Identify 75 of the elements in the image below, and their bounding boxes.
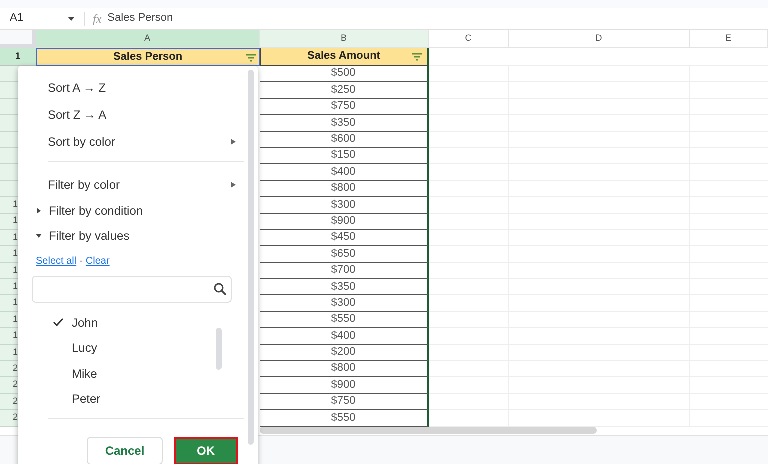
row-number: 1 [13, 247, 18, 260]
cell-reference[interactable]: A1 [10, 10, 68, 27]
table-cell: $750 [260, 394, 429, 410]
row-number: 2 [13, 378, 18, 392]
scrollbar[interactable] [260, 427, 597, 434]
table-cell: $800 [260, 180, 429, 198]
formula-value[interactable]: Sales Person [108, 10, 174, 27]
submenu-arrow-icon [231, 182, 236, 188]
menu-item[interactable]: Sort Z → A [18, 101, 258, 128]
table-cell: $700 [260, 262, 429, 280]
separator: - [80, 254, 83, 268]
filter-icon[interactable] [412, 53, 422, 61]
table-cell: $300 [260, 197, 429, 214]
column-header[interactable]: A [36, 30, 260, 48]
clear-link[interactable]: Clear [86, 254, 110, 268]
menu-item[interactable]: Sort by color [18, 128, 258, 155]
table-cell: $900 [260, 377, 429, 394]
row-number: 1 [13, 214, 18, 228]
column-header[interactable]: D [509, 30, 690, 48]
row-number: 1 [13, 312, 18, 326]
collapsed-arrow-icon [36, 208, 42, 214]
row-number: 1 [13, 296, 18, 310]
table-cell: $650 [260, 246, 429, 263]
row-number: 2 [13, 411, 18, 424]
table-cell: $450 [260, 230, 429, 246]
ok-button[interactable]: OK [174, 437, 238, 464]
scrollbar[interactable] [248, 70, 254, 445]
value-option[interactable]: Peter [18, 386, 258, 412]
table-cell: Sales Person [36, 48, 260, 66]
table-cell: $500 [260, 66, 429, 82]
table-cell: $200 [260, 344, 429, 362]
row-number: 2 [13, 394, 18, 408]
expanded-arrow-icon [36, 232, 42, 238]
column-header[interactable]: B [260, 30, 429, 48]
table-cell: $550 [260, 312, 429, 328]
table-cell: $250 [260, 82, 429, 99]
row-number: 1 [13, 346, 18, 359]
table-cell: $750 [260, 98, 429, 116]
menu-item[interactable]: Sort A → Z [18, 74, 258, 101]
value-option[interactable]: John [18, 310, 258, 336]
caret-icon[interactable] [68, 16, 75, 20]
check-icon [53, 318, 64, 328]
menu-item[interactable]: Filter by color [18, 171, 258, 198]
table-cell: $300 [260, 295, 429, 312]
select-all-link[interactable]: Select all [36, 254, 77, 268]
table-cell: $400 [260, 328, 429, 345]
table-cell: $400 [260, 164, 429, 181]
table-cell: $150 [260, 148, 429, 164]
column-header[interactable]: C [429, 30, 509, 48]
row-number: 1 [13, 264, 18, 277]
table-cell: $350 [260, 115, 429, 132]
corner-cell[interactable] [0, 30, 36, 48]
table-cell: $350 [260, 279, 429, 296]
value-option[interactable]: Mike [18, 361, 258, 386]
value-option[interactable]: Lucy [18, 336, 258, 361]
table-cell: $900 [260, 214, 429, 230]
search-icon [214, 283, 227, 296]
row-number: 1 [13, 230, 18, 244]
table-cell: $800 [260, 361, 429, 378]
row-number: 1 [13, 198, 18, 212]
menu-item[interactable]: Filter by values [18, 223, 258, 248]
row-number: 1 [13, 280, 18, 294]
filter-icon[interactable] [246, 54, 256, 62]
row-number[interactable]: 1 [0, 48, 36, 66]
menu-item[interactable]: Filter by condition [18, 198, 258, 223]
function-label: fx [93, 10, 102, 28]
cancel-button[interactable]: Cancel [87, 437, 163, 464]
table-cell: Sales Amount [260, 48, 429, 66]
row-number: 1 [13, 329, 18, 342]
column-header[interactable]: E [690, 30, 768, 48]
table-cell: $600 [260, 132, 429, 148]
scrollbar[interactable] [216, 328, 222, 370]
submenu-arrow-icon [231, 138, 236, 144]
search-field[interactable] [32, 276, 232, 303]
row-number: 2 [13, 362, 18, 375]
